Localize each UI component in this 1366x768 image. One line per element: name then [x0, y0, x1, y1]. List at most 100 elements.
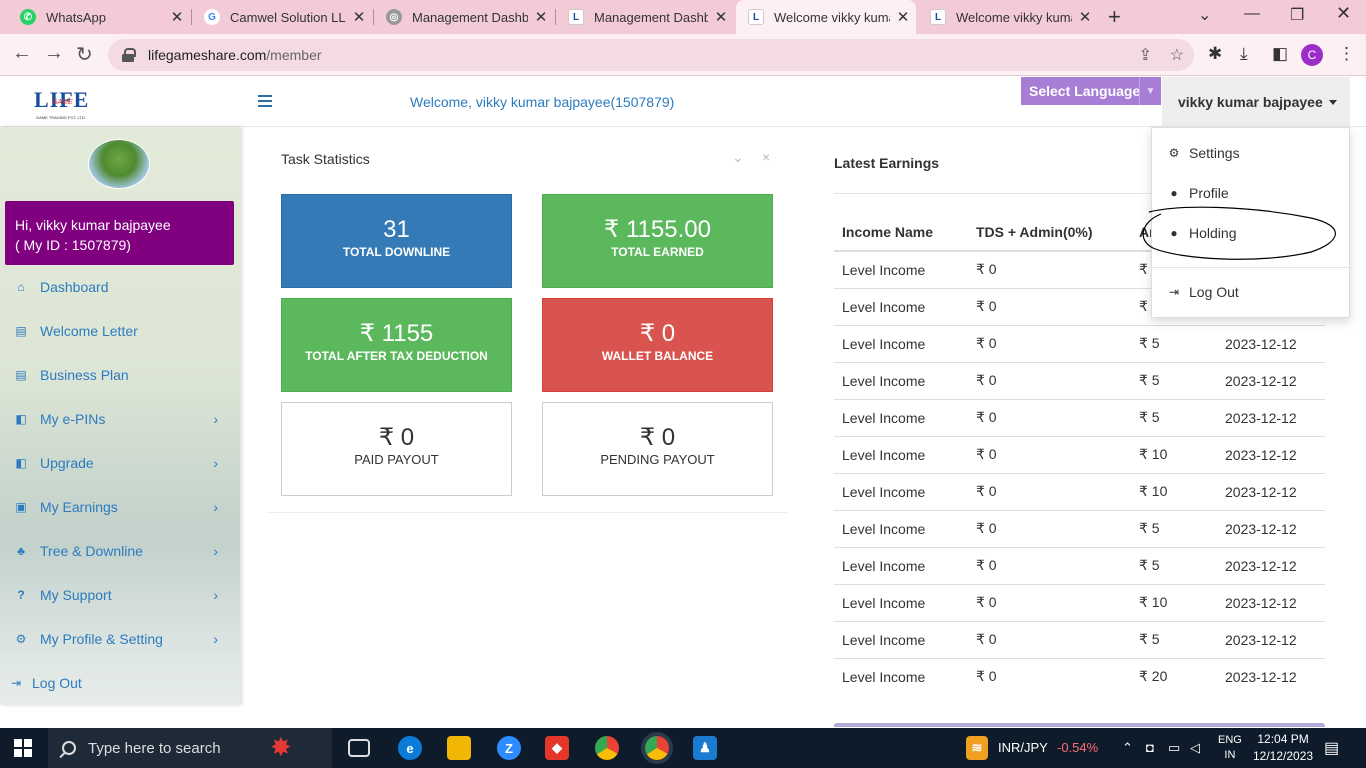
- table-cell: 2023-12-12: [1217, 472, 1325, 510]
- sidebar-item-logout[interactable]: ⇥ Log Out: [0, 661, 240, 705]
- tab-management-2[interactable]: L Management Dashbo ✕: [556, 0, 734, 34]
- table-cell: 2023-12-12: [1217, 398, 1325, 436]
- dropdown-item-profile[interactable]: ● Profile: [1167, 185, 1228, 201]
- lang-line1: ENG: [1218, 734, 1242, 746]
- tab-welcome-active[interactable]: L Welcome vikky kuma ✕: [736, 0, 916, 34]
- user-menu-toggle[interactable]: vikky kumar bajpayee: [1162, 77, 1350, 127]
- chrome-icon[interactable]: [595, 736, 619, 760]
- clock-time: 12:04 PM: [1257, 732, 1309, 746]
- zoom-icon[interactable]: Z: [497, 736, 521, 760]
- restore-icon[interactable]: ❐: [1290, 5, 1304, 25]
- table-cell: ₹ 0: [968, 250, 1131, 288]
- stat-label: TOTAL DOWNLINE: [342, 245, 451, 259]
- sidebar-item-dashboard[interactable]: ⌂ Dashboard: [0, 265, 240, 309]
- language-indicator[interactable]: ENG IN: [1218, 733, 1242, 763]
- tab-search-chevron-icon[interactable]: ⌄: [1198, 5, 1211, 25]
- table-row: Level Income ₹ 0 ₹ 5 2023-12-12: [834, 620, 1325, 658]
- bottom-panel-edge: [834, 723, 1325, 727]
- language-select[interactable]: Select Language ▼: [1021, 77, 1161, 105]
- logo-sub: GAME: [52, 99, 73, 106]
- sidebar-item-welcome-letter[interactable]: ▤ Welcome Letter: [0, 309, 240, 353]
- close-tab-icon[interactable]: ✕: [528, 8, 554, 26]
- tab-management-1[interactable]: ◎ Management Dashbo ✕: [374, 0, 554, 34]
- tab-whatsapp[interactable]: ✆ WhatsApp ✕: [8, 0, 190, 34]
- notification-icon[interactable]: ▤: [1324, 738, 1339, 758]
- table-cell: Level Income: [834, 361, 968, 399]
- ticker-symbol[interactable]: INR/JPY: [998, 740, 1048, 755]
- forward-arrow-icon[interactable]: →: [44, 42, 64, 65]
- sidebar-item-epins[interactable]: ◧ My e-PINs ›: [0, 397, 240, 441]
- edge-icon[interactable]: e: [398, 736, 422, 760]
- chevron-up-icon[interactable]: ⌃: [1122, 740, 1133, 756]
- close-tab-icon[interactable]: ✕: [890, 8, 916, 26]
- menu-toggle-icon[interactable]: [258, 95, 272, 107]
- minimize-icon[interactable]: —: [1244, 5, 1260, 23]
- table-cell: 2023-12-12: [1217, 324, 1325, 362]
- table-cell: ₹ 5: [1131, 361, 1217, 399]
- whatsapp-icon: ✆: [20, 9, 36, 25]
- sidebar-item-business-plan[interactable]: ▤ Business Plan: [0, 353, 240, 397]
- profile-avatar[interactable]: C: [1301, 44, 1323, 66]
- url-input[interactable]: lifegameshare.com/member ⇪ ☆: [108, 39, 1194, 71]
- table-cell: Level Income: [834, 509, 968, 547]
- tab-camwel[interactable]: G Camwel Solution LLP ✕: [192, 0, 372, 34]
- site-logo[interactable]: LIFE GAME GAME TRADING PVT. LTD.: [34, 87, 94, 121]
- app-icon[interactable]: ♟: [693, 736, 717, 760]
- sidebar-item-profile-setting[interactable]: ⚙ My Profile & Setting ›: [0, 617, 240, 661]
- sidebar-item-earnings[interactable]: ▣ My Earnings ›: [0, 485, 240, 529]
- table-cell: ₹ 0: [968, 435, 1131, 473]
- tab-label: Camwel Solution LLP: [230, 9, 346, 25]
- sidebar-item-tree-downline[interactable]: ♣ Tree & Downline ›: [0, 529, 240, 573]
- back-arrow-icon[interactable]: ←: [12, 42, 32, 65]
- chevron-right-icon: ›: [213, 499, 218, 515]
- sidebar-item-support[interactable]: ? My Support ›: [0, 573, 240, 617]
- new-tab-icon[interactable]: +: [1108, 4, 1121, 30]
- dropdown-item-logout[interactable]: ⇥ Log Out: [1167, 284, 1239, 300]
- dropdown-item-settings[interactable]: ⚙ Settings: [1167, 145, 1240, 161]
- sidebar-item-label: Upgrade: [40, 455, 94, 471]
- download-icon[interactable]: ⤓: [1240, 44, 1248, 64]
- user-name: vikky kumar bajpayee: [1178, 94, 1323, 110]
- tab-label: Management Dashbo: [594, 9, 708, 25]
- table-cell: ₹ 0: [968, 657, 1131, 695]
- table-cell: ₹ 0: [968, 509, 1131, 547]
- stat-label: PAID PAYOUT: [354, 452, 439, 467]
- user-icon: ●: [1170, 186, 1178, 200]
- close-window-icon[interactable]: ✕: [1336, 3, 1351, 24]
- close-icon[interactable]: ×: [762, 149, 770, 165]
- network-icon[interactable]: ▭: [1168, 740, 1180, 756]
- table-cell: Level Income: [834, 472, 968, 510]
- sidebar-item-upgrade[interactable]: ◧ Upgrade ›: [0, 441, 240, 485]
- taskbar-search-input[interactable]: Type here to search ✸: [48, 728, 332, 768]
- reload-icon[interactable]: ↻: [76, 42, 93, 67]
- table-cell: ₹ 5: [1131, 620, 1217, 658]
- table-cell: ₹ 0: [968, 398, 1131, 436]
- share-icon[interactable]: ⇪: [1139, 45, 1152, 65]
- webcam-icon[interactable]: ◘: [1146, 740, 1154, 755]
- tab-label: WhatsApp: [46, 9, 106, 25]
- table-cell: ₹ 0: [968, 287, 1131, 325]
- close-tab-icon[interactable]: ✕: [164, 8, 190, 26]
- taskbar-clock[interactable]: 12:04 PM 12/12/2023: [1253, 731, 1313, 765]
- sidebar-item-label: Tree & Downline: [40, 543, 143, 559]
- user-id: ( My ID : 1507879): [15, 237, 131, 253]
- clock-date: 12/12/2023: [1253, 749, 1314, 763]
- task-view-icon[interactable]: [348, 739, 370, 757]
- home-icon: ⌂: [17, 280, 25, 294]
- sidepanel-icon[interactable]: ◧: [1272, 44, 1288, 64]
- windows-start-icon[interactable]: [14, 739, 32, 757]
- close-tab-icon[interactable]: ✕: [1072, 8, 1098, 26]
- collapse-icon[interactable]: ⌄: [732, 149, 744, 166]
- anydesk-icon[interactable]: ◆: [545, 736, 569, 760]
- chrome-profile-icon[interactable]: [645, 736, 669, 760]
- browser-menu-icon[interactable]: ⋮: [1338, 44, 1355, 64]
- extensions-icon[interactable]: ✱: [1208, 44, 1222, 64]
- close-tab-icon[interactable]: ✕: [346, 8, 372, 26]
- volume-icon[interactable]: ◁: [1190, 740, 1200, 756]
- close-tab-icon[interactable]: ✕: [708, 8, 734, 26]
- star-icon[interactable]: ☆: [1170, 45, 1184, 65]
- table-cell: Level Income: [834, 620, 968, 658]
- tab-welcome-2[interactable]: L Welcome vikky kuma ✕: [918, 0, 1098, 34]
- file-explorer-icon[interactable]: [447, 736, 471, 760]
- chevron-right-icon: ›: [213, 455, 218, 471]
